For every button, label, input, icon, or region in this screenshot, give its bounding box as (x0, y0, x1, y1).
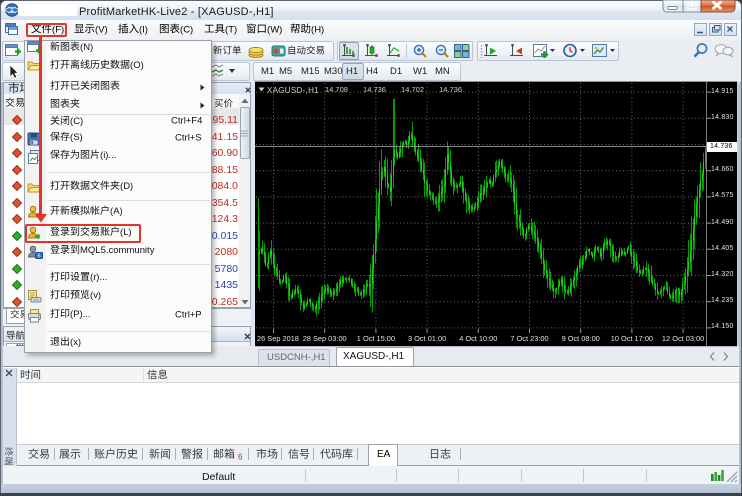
svg-text:(i)...: (i)... (100, 150, 116, 161)
svg-text:(S): (S) (70, 132, 83, 143)
svg-text:(A): (A) (110, 206, 123, 217)
svg-text:Ctrl+F4: Ctrl+F4 (171, 116, 202, 127)
svg-text:(C): (C) (70, 116, 83, 127)
svg-text:(r)...: (r)... (90, 272, 107, 283)
svg-text:5: 5 (38, 253, 41, 259)
svg-text:Ctrl+S: Ctrl+S (175, 132, 202, 143)
svg-text:P: P (11, 8, 14, 13)
svg-text:(T): (T) (225, 24, 237, 35)
svg-text:(W): (W) (267, 24, 282, 35)
svg-text:(x): (x) (70, 337, 81, 348)
svg-text:(I): (I) (139, 24, 148, 35)
svg-text:(D): (D) (120, 181, 133, 192)
svg-text:(N): (N) (80, 42, 93, 53)
svg-text:Ctrl+P: Ctrl+P (175, 309, 202, 320)
svg-text:6: 6 (238, 452, 243, 461)
svg-text:(V): (V) (95, 24, 108, 35)
svg-text:(H): (H) (311, 24, 324, 35)
svg-text:(P)...: (P)... (70, 309, 91, 320)
svg-text:(v): (v) (90, 290, 101, 301)
svg-text:(C): (C) (180, 24, 193, 35)
svg-text:(O): (O) (130, 60, 144, 71)
svg-text:MQL5.community: MQL5.community (80, 245, 155, 256)
